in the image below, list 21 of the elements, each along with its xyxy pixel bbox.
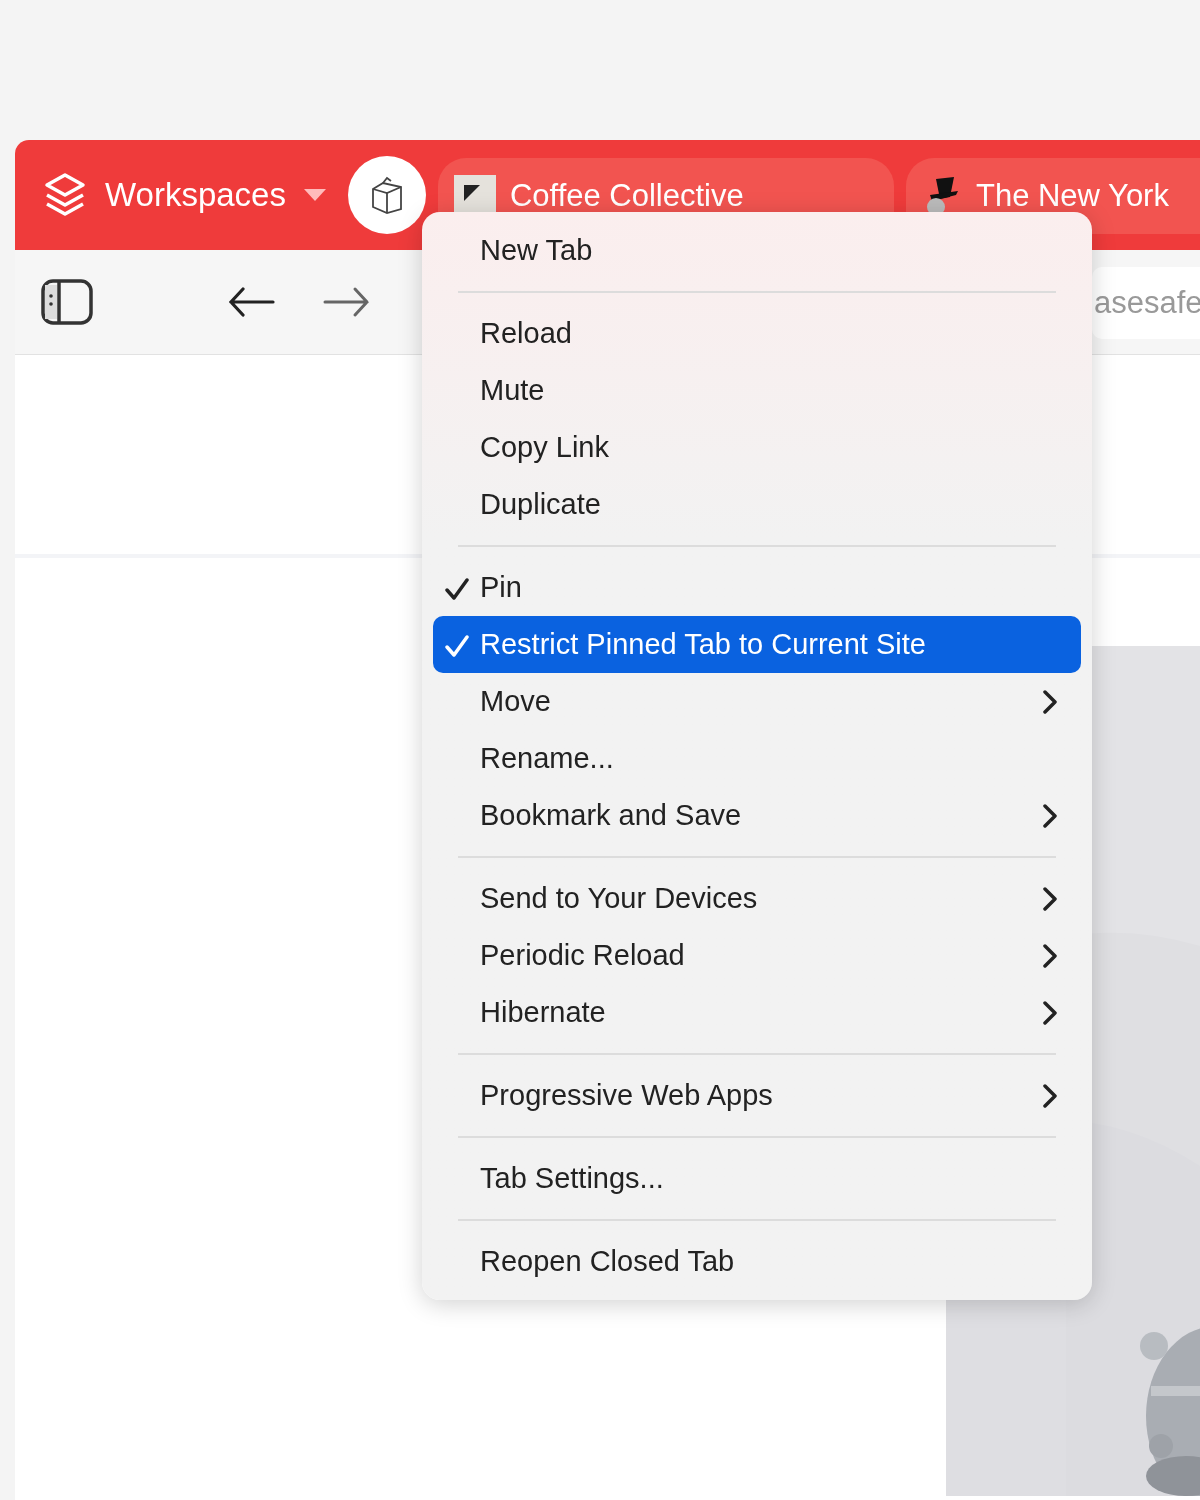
dropdown-caret-icon <box>303 189 326 201</box>
forward-arrow-icon[interactable] <box>323 286 371 318</box>
menu-item[interactable]: Periodic Reload <box>433 927 1081 984</box>
menu-item[interactable]: Hibernate <box>433 984 1081 1041</box>
sidebar-toggle-icon[interactable] <box>41 279 93 325</box>
layers-icon <box>43 171 87 219</box>
menu-item[interactable]: Progressive Web Apps <box>433 1067 1081 1124</box>
menu-item[interactable]: Mute <box>433 362 1081 419</box>
menu-item[interactable]: Duplicate <box>433 476 1081 533</box>
menu-item[interactable]: Tab Settings... <box>433 1150 1081 1207</box>
menu-item[interactable]: Send to Your Devices <box>433 870 1081 927</box>
menu-item[interactable]: Move <box>433 673 1081 730</box>
back-arrow-icon[interactable] <box>227 286 275 318</box>
menu-item[interactable]: Bookmark and Save <box>433 787 1081 844</box>
menu-item[interactable]: Pin <box>433 559 1081 616</box>
workspaces-button[interactable]: Workspaces <box>43 170 336 220</box>
menu-item[interactable]: Reload <box>433 305 1081 362</box>
menu-item[interactable]: Rename... <box>433 730 1081 787</box>
menu-item[interactable]: Reopen Closed Tab <box>433 1233 1081 1290</box>
menu-item[interactable]: Copy Link <box>433 419 1081 476</box>
menu-item[interactable]: Restrict Pinned Tab to Current Site <box>433 616 1081 673</box>
